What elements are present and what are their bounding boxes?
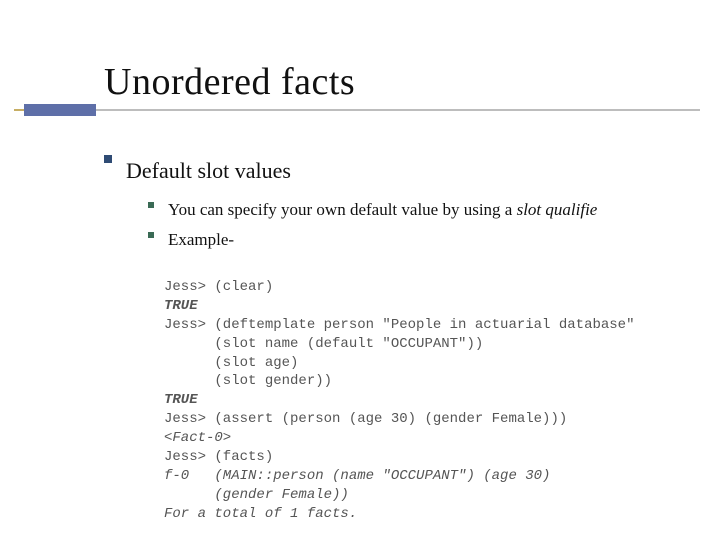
code-block: Jess> (clear) TRUE Jess> (deftemplate pe… (164, 278, 690, 524)
bullet-lvl1: Default slot values (104, 146, 690, 194)
bullet-lvl2-b: Example- (148, 224, 690, 254)
rule-accent (24, 104, 96, 116)
square-bullet-icon (148, 232, 154, 238)
code-l6: (slot gender)) (164, 373, 332, 389)
code-l8: Jess> (assert (person (age 30) (gender F… (164, 411, 567, 427)
code-l1: Jess> (clear) (164, 279, 273, 295)
code-l12: (gender Female)) (164, 487, 349, 503)
bullet-lvl2-a: You can specify your own default value b… (148, 194, 690, 224)
lvl2a-em: slot qualifie (517, 200, 598, 219)
lvl2b-text: Example- (168, 230, 234, 250)
lvl1-text: Default slot values (126, 158, 291, 184)
slide: Unordered facts Default slot values You … (0, 0, 720, 540)
code-l3: Jess> (deftemplate person "People in act… (164, 317, 634, 333)
content: Default slot values You can specify your… (0, 110, 720, 524)
lvl2a-pre: You can specify your own default value b… (168, 200, 517, 219)
code-l10: Jess> (facts) (164, 449, 273, 465)
code-l9: <Fact-0> (164, 430, 231, 446)
slide-title: Unordered facts (104, 60, 720, 104)
code-l4: (slot name (default "OCCUPANT")) (164, 336, 483, 352)
square-bullet-icon (148, 202, 154, 208)
code-l13: For a total of 1 facts. (164, 506, 357, 522)
code-l2: TRUE (164, 298, 198, 314)
title-wrap: Unordered facts (0, 60, 720, 104)
square-bullet-icon (104, 155, 112, 163)
rule-main (44, 109, 700, 111)
code-l5: (slot age) (164, 355, 298, 371)
code-l7: TRUE (164, 392, 198, 408)
lvl2a-text: You can specify your own default value b… (168, 200, 597, 220)
code-l11: f-0 (MAIN::person (name "OCCUPANT") (age… (164, 468, 550, 484)
